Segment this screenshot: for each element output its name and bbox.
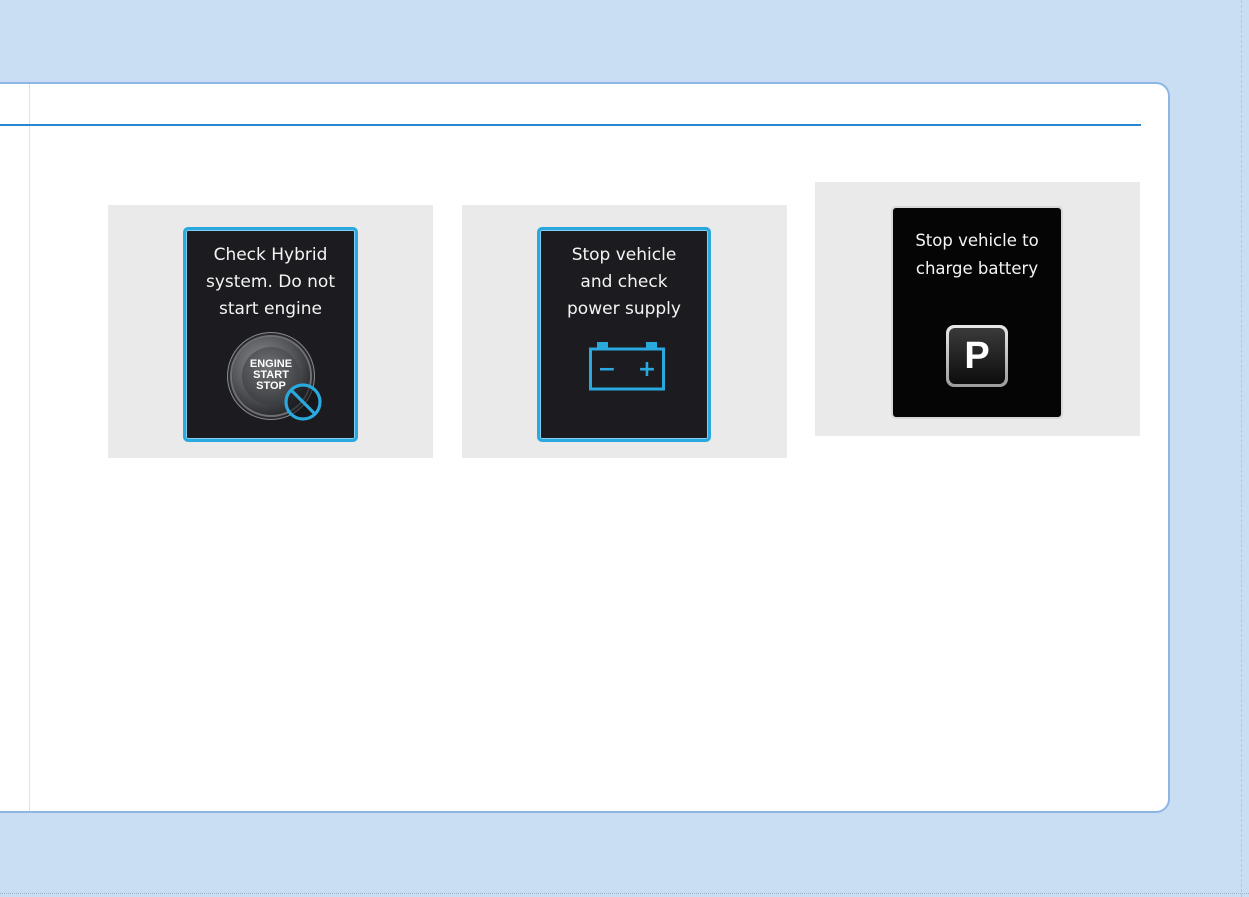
bottom-dotted-line bbox=[0, 893, 1249, 894]
header-rule bbox=[0, 124, 1141, 126]
right-edge-marks bbox=[1241, 0, 1242, 897]
left-guide-line bbox=[29, 84, 30, 811]
figure-stop-vehicle-charge-battery: Stop vehicle to charge battery P bbox=[815, 182, 1140, 436]
warning-message: Check Hybrid system. Do not start engine bbox=[205, 245, 335, 319]
park-p-icon: P bbox=[946, 325, 1008, 387]
park-p-label: P bbox=[949, 328, 1005, 384]
figure-stop-vehicle-check-power: Stop vehicle and check power supply − + bbox=[462, 205, 787, 458]
figure-check-hybrid-system: Check Hybrid system. Do not start engine… bbox=[108, 205, 433, 458]
warning-message: Stop vehicle and check power supply bbox=[567, 245, 681, 319]
prohibited-icon bbox=[284, 383, 322, 421]
cluster-display: Check Hybrid system. Do not start engine… bbox=[183, 227, 358, 442]
battery-minus-sign: − bbox=[598, 357, 616, 382]
battery-icon: − + bbox=[589, 342, 665, 391]
battery-plus-sign: + bbox=[638, 357, 656, 382]
cluster-display: Stop vehicle to charge battery P bbox=[891, 206, 1063, 419]
warning-message: Stop vehicle to charge battery bbox=[915, 231, 1039, 278]
cluster-display: Stop vehicle and check power supply − + bbox=[537, 227, 711, 442]
